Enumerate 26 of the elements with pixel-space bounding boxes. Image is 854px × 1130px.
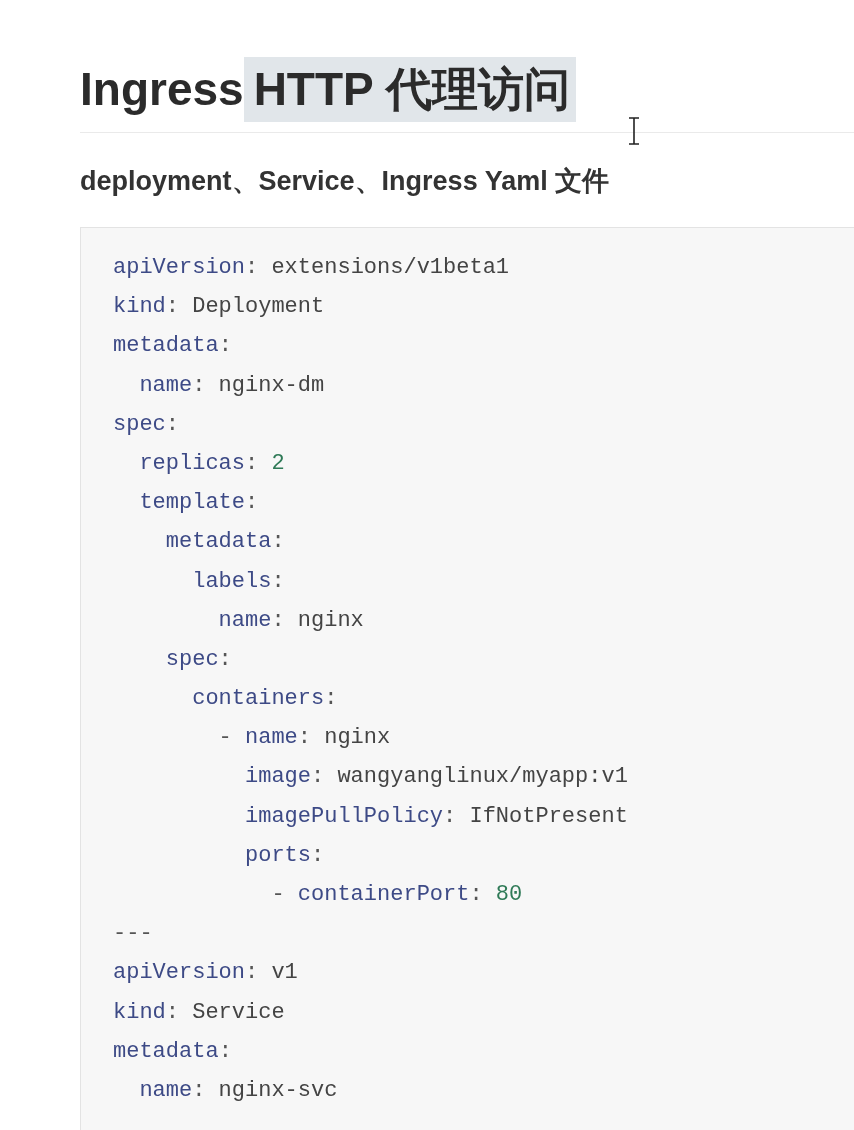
code-line: replicas: 2 <box>139 449 285 478</box>
code-line: metadata: <box>113 1037 232 1066</box>
page-title: HTTP 代理访问 <box>243 57 576 122</box>
code-line: name: nginx-svc <box>139 1076 338 1105</box>
code-line: labels: <box>192 567 285 596</box>
code-line: metadata: <box>165 528 285 557</box>
text-cursor-icon <box>628 117 640 145</box>
code-line: apiVersion: extensions/v1beta1 <box>113 254 510 282</box>
code-line: kind: Deployment <box>113 293 325 322</box>
section-heading: deployment、Service、Ingress Yaml 文件 <box>80 165 611 198</box>
code-line: metadata: <box>113 332 232 361</box>
code-line: --- <box>113 920 153 949</box>
code-line: name: nginx <box>218 606 364 635</box>
code-line: spec: <box>113 410 179 439</box>
code-line: image: wangyanglinux/myapp:v1 <box>245 763 628 792</box>
code-line: spec: <box>165 645 232 674</box>
code-line: apiVersion: v1 <box>113 959 298 988</box>
code-line: - containerPort: 80 <box>271 881 523 909</box>
code-line: kind: Service <box>113 998 285 1027</box>
code-line: template: <box>139 489 259 518</box>
code-line: containers: <box>192 685 338 714</box>
code-line: - name: nginx <box>218 724 391 753</box>
code-line: imagePullPolicy: IfNotPresent <box>245 802 628 831</box>
page-title: Ingress <box>80 62 245 117</box>
code-line: ports: <box>245 841 325 870</box>
code-line: name: nginx-dm <box>139 371 325 400</box>
